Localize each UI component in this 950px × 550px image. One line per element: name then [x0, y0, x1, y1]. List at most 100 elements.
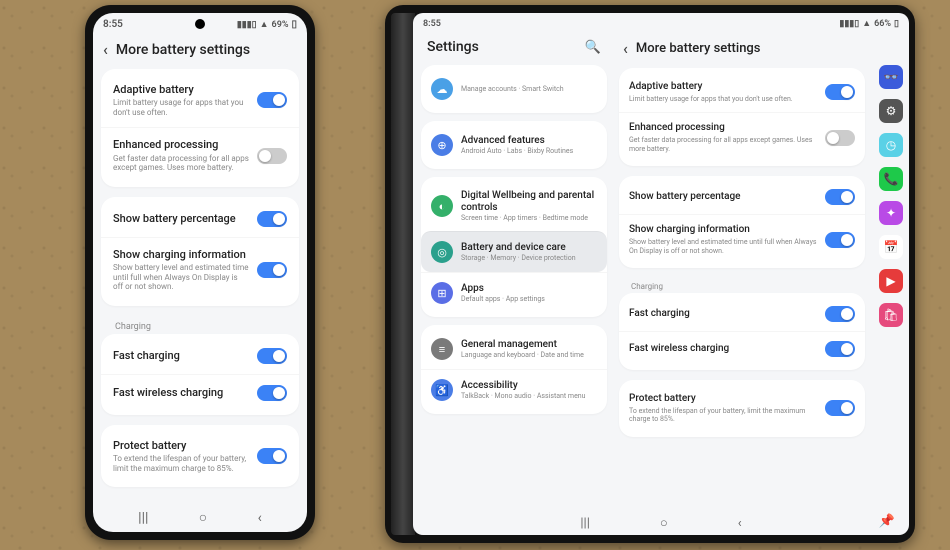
phone-nav-bar: ||| ○ ‹: [93, 501, 307, 532]
toggle-switch[interactable]: [825, 400, 855, 416]
dock-app-icon[interactable]: 📞: [879, 167, 903, 191]
toggle-switch[interactable]: [257, 92, 287, 108]
settings-master-pane: Settings 🔍 ☁Manage accounts · Smart Swit…: [413, 29, 613, 509]
detail-header: ‹ More battery settings: [617, 33, 867, 68]
setting-row[interactable]: Fast charging: [619, 297, 865, 331]
dock-app-icon[interactable]: 👓: [879, 65, 903, 89]
toggle-switch[interactable]: [257, 211, 287, 227]
setting-title: Show charging information: [113, 248, 249, 261]
setting-row[interactable]: Show charging informationShow battery le…: [101, 237, 299, 302]
dock-app-icon[interactable]: 🛍: [879, 303, 903, 327]
settings-card: Protect battery To extend the lifespan of…: [619, 380, 865, 437]
category-icon: ⊕: [431, 134, 453, 156]
setting-title: Fast wireless charging: [113, 386, 249, 399]
tablet-status-bar: 8:55 ▮▮▮▯ ▲ 66% ▯: [413, 13, 909, 29]
category-card: ☁Manage accounts · Smart Switch: [421, 65, 607, 113]
pin-icon[interactable]: 📌: [879, 514, 895, 529]
setting-row[interactable]: Show charging informationShow battery le…: [619, 214, 865, 264]
category-title: Digital Wellbeing and parental controls: [461, 190, 597, 213]
setting-row[interactable]: Protect batteryTo extend the lifespan of…: [101, 429, 299, 483]
setting-row[interactable]: Show battery percentage: [619, 180, 865, 214]
back-icon[interactable]: ‹: [103, 40, 108, 59]
edge-panel-dock[interactable]: 👓 ⚙ ◷ 📞 ✦ 📅 ▶ 🛍: [873, 29, 909, 509]
toggle-switch[interactable]: [257, 262, 287, 278]
category-card: ≡General managementLanguage and keyboard…: [421, 325, 607, 414]
settings-header: Settings 🔍: [421, 33, 607, 65]
category-row[interactable]: ⊕Advanced featuresAndroid Auto · Labs · …: [421, 125, 607, 165]
dock-app-icon[interactable]: ✦: [879, 201, 903, 225]
toggle-switch[interactable]: [825, 232, 855, 248]
setting-row[interactable]: Protect battery To extend the lifespan of…: [619, 384, 865, 433]
section-label: Charging: [619, 278, 865, 293]
settings-card: Adaptive batteryLimit battery usage for …: [101, 69, 299, 187]
setting-subtitle: Get faster data processing for all apps …: [113, 154, 249, 173]
toggle-switch[interactable]: [825, 130, 855, 146]
category-row[interactable]: ≡General managementLanguage and keyboard…: [421, 329, 607, 369]
category-title: Accessibility: [461, 380, 597, 392]
toggle-switch[interactable]: [257, 148, 287, 164]
nav-home-icon[interactable]: ○: [199, 509, 207, 526]
dock-app-icon[interactable]: ◷: [879, 133, 903, 157]
dock-app-icon[interactable]: ⚙: [879, 99, 903, 123]
toggle-switch[interactable]: [257, 385, 287, 401]
phone-settings-list[interactable]: Adaptive batteryLimit battery usage for …: [93, 69, 307, 501]
category-row[interactable]: ◎Battery and device careStorage · Memory…: [421, 231, 607, 272]
category-icon: ♿: [431, 379, 453, 401]
category-row[interactable]: ◐Digital Wellbeing and parental controls…: [421, 181, 607, 231]
nav-home-icon[interactable]: ○: [660, 515, 668, 531]
phone-device: 8:55 ▮▮▮▯ ▲ 69% ▯ ‹ More battery setting…: [85, 5, 315, 540]
battery-percent: 69%: [272, 20, 289, 30]
wifi-icon: ▲: [862, 18, 871, 29]
toggle-switch[interactable]: [257, 348, 287, 364]
toggle-switch[interactable]: [257, 448, 287, 464]
setting-row[interactable]: Fast wireless charging: [101, 374, 299, 411]
nav-back-icon[interactable]: ‹: [258, 510, 262, 526]
nav-recent-icon[interactable]: |||: [138, 510, 148, 526]
toggle-switch[interactable]: [825, 341, 855, 357]
setting-subtitle: Show battery level and estimated time un…: [629, 238, 817, 255]
back-icon[interactable]: ‹: [623, 39, 628, 58]
setting-row[interactable]: Show battery percentage: [101, 201, 299, 237]
page-title: More battery settings: [116, 42, 250, 58]
wifi-icon: ▲: [260, 19, 269, 30]
tablet-nav-bar: ||| ○ ‹ 📌: [413, 509, 909, 535]
dock-app-icon[interactable]: ▶: [879, 269, 903, 293]
setting-title: Enhanced processing: [113, 138, 249, 151]
toggle-switch[interactable]: [825, 306, 855, 322]
settings-card: Show battery percentageShow charging inf…: [619, 176, 865, 268]
battery-icon: ▯: [291, 19, 297, 30]
dock-app-icon[interactable]: 📅: [879, 235, 903, 259]
toggle-switch[interactable]: [825, 189, 855, 205]
setting-row[interactable]: Adaptive batteryLimit battery usage for …: [101, 73, 299, 127]
settings-category-list[interactable]: ☁Manage accounts · Smart Switch ⊕Advanced…: [421, 65, 607, 422]
battery-percent: 66%: [874, 19, 891, 29]
setting-title: Protect battery: [629, 393, 817, 405]
setting-row[interactable]: Enhanced processingGet faster data proce…: [619, 112, 865, 162]
category-row[interactable]: ☁Manage accounts · Smart Switch: [421, 69, 607, 109]
setting-row[interactable]: Fast wireless charging: [619, 331, 865, 366]
settings-card: Protect batteryTo extend the lifespan of…: [101, 425, 299, 487]
settings-detail-pane: ‹ More battery settings Adaptive battery…: [613, 29, 873, 509]
toggle-switch[interactable]: [825, 84, 855, 100]
setting-title: Adaptive battery: [629, 81, 817, 93]
settings-card: Fast charging Fast wireless charging: [101, 334, 299, 415]
category-title: Apps: [461, 283, 597, 295]
detail-settings-list[interactable]: Adaptive batteryLimit battery usage for …: [617, 68, 867, 509]
section-label: Charging: [101, 316, 299, 334]
setting-row[interactable]: Enhanced processing Get faster data proce…: [101, 127, 299, 182]
settings-card: Show battery percentageShow charging inf…: [101, 197, 299, 306]
category-subtitle: Screen time · App timers · Bedtime mode: [461, 214, 597, 222]
search-icon[interactable]: 🔍: [585, 40, 601, 55]
signal-icon: ▮▮▮▯: [237, 20, 257, 30]
category-row[interactable]: ⊞AppsDefault apps · App settings: [421, 272, 607, 313]
setting-row[interactable]: Adaptive batteryLimit battery usage for …: [619, 72, 865, 112]
nav-recent-icon[interactable]: |||: [580, 516, 590, 531]
category-row[interactable]: ♿AccessibilityTalkBack · Mono audio · As…: [421, 369, 607, 410]
category-card: ⊕Advanced featuresAndroid Auto · Labs · …: [421, 121, 607, 169]
setting-row[interactable]: Fast charging: [101, 338, 299, 374]
status-time: 8:55: [103, 19, 123, 30]
setting-subtitle: To extend the lifespan of your battery, …: [629, 407, 817, 424]
nav-back-icon[interactable]: ‹: [738, 516, 742, 531]
category-subtitle: Default apps · App settings: [461, 295, 597, 303]
phone-header: ‹ More battery settings: [93, 32, 307, 69]
